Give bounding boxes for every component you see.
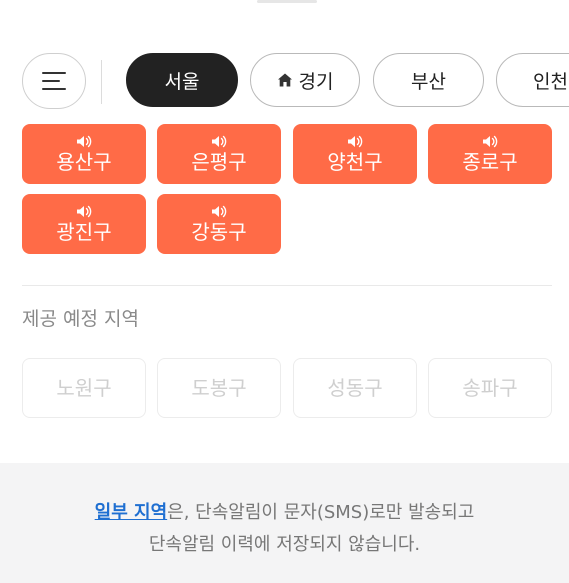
speaker-icon	[77, 135, 92, 147]
district-label: 강동구	[191, 219, 247, 244]
district-label: 광진구	[56, 219, 112, 244]
district-label: 송파구	[462, 376, 518, 400]
region-chip-gyeonggi[interactable]: 경기	[250, 53, 360, 107]
district-label: 성동구	[327, 376, 383, 400]
partial-regions-link[interactable]: 일부 지역	[95, 502, 168, 523]
home-icon	[277, 73, 292, 87]
planned-district-dobong: 도봉구	[157, 358, 281, 418]
district-label: 은평구	[191, 149, 247, 174]
region-chip-incheon[interactable]: 인천	[496, 53, 569, 107]
district-button-eunpyeong[interactable]: 은평구	[157, 124, 281, 184]
district-label: 종로구	[462, 149, 518, 174]
planned-district-songpa: 송파구	[428, 358, 552, 418]
region-chip-busan[interactable]: 부산	[373, 53, 484, 107]
notice-footer: 일부 지역은, 단속알림이 문자(SMS)로만 발송되고 단속알림 이력에 저장…	[0, 463, 569, 583]
hamburger-icon	[42, 72, 66, 90]
region-chip-row[interactable]: 서울 경기 부산 인천	[126, 52, 569, 110]
region-chip-label: 경기	[298, 70, 334, 93]
vertical-divider	[101, 60, 102, 104]
menu-button[interactable]	[22, 53, 86, 109]
district-label: 양천구	[327, 149, 383, 174]
planned-section-title: 제공 예정 지역	[22, 308, 139, 330]
planned-district-nowon: 노원구	[22, 358, 146, 418]
notice-line2: 단속알림 이력에 저장되지 않습니다.	[148, 534, 421, 555]
speaker-icon	[348, 135, 363, 147]
notice-line1: 은, 단속알림이 문자(SMS)로만 발송되고	[167, 502, 475, 523]
section-divider	[22, 285, 552, 286]
region-chip-label: 서울	[164, 70, 200, 93]
planned-district-seongdong: 성동구	[293, 358, 417, 418]
district-button-yongsan[interactable]: 용산구	[22, 124, 146, 184]
region-chip-seoul[interactable]: 서울	[126, 53, 238, 107]
speaker-icon	[77, 205, 92, 217]
region-chip-label: 부산	[411, 70, 446, 93]
district-button-gwangjin[interactable]: 광진구	[22, 194, 146, 254]
speaker-icon	[483, 135, 498, 147]
district-label: 도봉구	[191, 376, 247, 400]
district-label: 노원구	[56, 376, 112, 400]
speaker-icon	[212, 135, 227, 147]
region-chip-label: 인천	[533, 70, 568, 93]
district-button-yangcheon[interactable]: 양천구	[293, 124, 417, 184]
sheet-grab-handle[interactable]	[257, 0, 317, 3]
notice-text: 일부 지역은, 단속알림이 문자(SMS)로만 발송되고 단속알림 이력에 저장…	[0, 497, 569, 561]
district-label: 용산구	[56, 149, 112, 174]
district-button-jongno[interactable]: 종로구	[428, 124, 552, 184]
region-filter-bar: 서울 경기 부산 인천	[0, 52, 569, 110]
speaker-icon	[212, 205, 227, 217]
page: 서울 경기 부산 인천 용산구 은평구 양천구 종로구 광진구 강동구 제공 예…	[0, 0, 569, 583]
district-button-gangdong[interactable]: 강동구	[157, 194, 281, 254]
